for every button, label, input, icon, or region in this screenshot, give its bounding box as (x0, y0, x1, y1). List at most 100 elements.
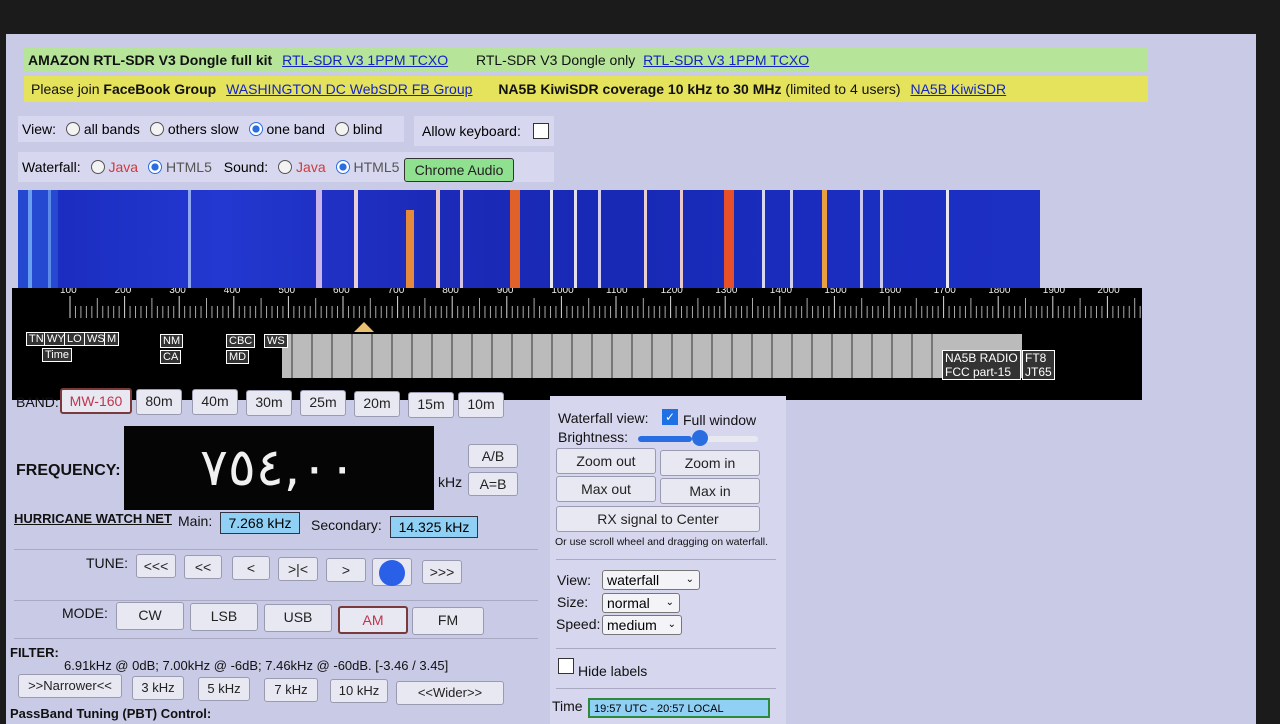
view-others-slow-radio[interactable] (149, 122, 164, 136)
waterfall-hint: Or use scroll wheel and dragging on wate… (555, 536, 769, 548)
main-freq-button[interactable]: 7.268 kHz (220, 512, 300, 534)
scale-tick-label: 800 (440, 288, 461, 296)
waterfall-html5-radio[interactable] (147, 160, 162, 174)
band-button-15m[interactable]: 15m (408, 391, 454, 418)
mode-label: MODE: (62, 605, 108, 621)
hurricane-watch-net-link[interactable]: HURRICANE WATCH NET (14, 511, 172, 526)
station-label-ft8[interactable]: FT8 JT65 (1022, 350, 1055, 380)
mode-button-lsb[interactable]: LSB (190, 603, 258, 632)
zoom-in-button[interactable]: Zoom in (660, 450, 760, 476)
band-button-20m[interactable]: 20m (354, 391, 400, 417)
scale-tick-label: 600 (331, 288, 352, 296)
filter-10khz-button[interactable]: 10 kHz (330, 679, 388, 703)
filter-narrower-button[interactable]: >>Narrower<< (18, 674, 122, 698)
tune-center-button[interactable]: >|< (278, 557, 318, 581)
station-label-cbc[interactable]: CBC (226, 334, 256, 348)
full-window-label: Full window (683, 412, 757, 428)
divider (14, 600, 538, 601)
size-label: Size: (557, 594, 589, 610)
band-button-mw-160[interactable]: MW-160 (60, 388, 132, 414)
band-button-25m[interactable]: 25m (300, 390, 346, 417)
view-one-band-label: one band (266, 121, 325, 137)
mode-button-usb[interactable]: USB (264, 604, 332, 633)
station-label-time[interactable]: Time (42, 348, 73, 362)
speed-select[interactable]: medium ⌄ (602, 615, 682, 635)
waterfall-java-radio[interactable] (90, 160, 105, 174)
chevron-down-icon: ⌄ (665, 597, 674, 608)
station-label-md[interactable]: MD (226, 350, 250, 364)
speed-value: medium (607, 617, 657, 633)
time-display: 19:57 UTC - 20:57 LOCAL (588, 698, 770, 718)
tune-down-button[interactable]: << (184, 555, 222, 579)
ab-button[interactable]: A/B (468, 444, 518, 468)
tune-fast-up-button[interactable]: >>> (422, 560, 462, 584)
chevron-down-icon: ⌄ (667, 619, 676, 630)
scale-tick-label: 1800 (986, 288, 1013, 296)
scale-tick-label: 400 (221, 288, 243, 296)
filter-7khz-button[interactable]: 7 kHz (264, 678, 318, 702)
display-view-label: View: (557, 572, 591, 588)
tune-knob[interactable] (372, 558, 412, 586)
mode-button-cw[interactable]: CW (116, 602, 184, 630)
max-in-button[interactable]: Max in (660, 478, 760, 504)
tune-step-up-button[interactable]: > (326, 558, 366, 582)
sound-label: Sound: (223, 159, 269, 175)
filter-5khz-button[interactable]: 5 kHz (198, 677, 250, 701)
station-label-nm[interactable]: NM (160, 334, 184, 348)
rx-signal-center-button[interactable]: RX signal to Center (556, 506, 760, 532)
jt65-text: JT65 (1025, 365, 1052, 379)
view-all-bands-label: all bands (83, 121, 140, 137)
fb-group-link[interactable]: WASHINGTON DC WebSDR FB Group (226, 81, 472, 97)
band-button-80m[interactable]: 80m (136, 388, 182, 415)
allow-keyboard-checkbox[interactable] (532, 123, 549, 139)
tune-knob-icon (379, 560, 405, 586)
scale-tick-label: 1600 (877, 288, 904, 296)
hide-labels-label: Hide labels (578, 663, 648, 679)
view-blind-radio[interactable] (334, 122, 349, 136)
tune-step-down-button[interactable]: < (232, 556, 270, 580)
view-one-band-radio[interactable] (248, 122, 263, 136)
chrome-audio-button[interactable]: Chrome Audio (404, 158, 514, 182)
a-equals-b-button[interactable]: A=B (468, 472, 518, 496)
time-label: Time (552, 698, 583, 714)
brightness-slider-thumb[interactable] (692, 430, 708, 446)
kiwi-note: (limited to 4 users) (785, 81, 901, 97)
filter-wider-button[interactable]: <<Wider>> (396, 681, 504, 705)
scale-tick-label: 1500 (822, 288, 849, 296)
tune-fast-down-button[interactable]: <<< (136, 554, 176, 578)
hide-labels-checkbox[interactable] (558, 658, 574, 674)
full-window-checkbox[interactable]: ✓ (662, 409, 678, 425)
frequency-display[interactable]: ٧٥٤,٠٠ (124, 426, 434, 510)
station-label-na5b-radio[interactable]: NA5B RADIO FCC part-15 (942, 350, 1021, 380)
size-select[interactable]: normal ⌄ (602, 593, 680, 613)
view-all-bands-radio[interactable] (65, 122, 80, 136)
frequency-scale[interactable]: TN WY LO WS M Time NM CA CBC MD WS NA5B … (12, 288, 1142, 400)
mode-button-fm[interactable]: FM (412, 606, 484, 635)
station-label-lo[interactable]: LO (64, 332, 85, 346)
sound-java-radio[interactable] (278, 160, 293, 174)
waterfall-canvas[interactable] (18, 190, 1040, 304)
zoom-out-button[interactable]: Zoom out (556, 448, 656, 474)
filter-3khz-button[interactable]: 3 kHz (132, 676, 184, 700)
kiwi-link[interactable]: NA5B KiwiSDR (910, 81, 1006, 97)
station-label-ca[interactable]: CA (160, 350, 182, 364)
station-label-ws2[interactable]: WS (264, 334, 288, 348)
amazon-kit-link[interactable]: RTL-SDR V3 1PPM TCXO (282, 52, 448, 68)
band-button-10m[interactable]: 10m (458, 392, 504, 419)
browser-page: AMAZON RTL-SDR V3 Dongle full kit RTL-SD… (6, 34, 1256, 724)
sound-html5-radio[interactable] (335, 160, 350, 174)
brightness-label: Brightness: (558, 429, 629, 445)
band-button-40m[interactable]: 40m (192, 389, 238, 416)
waterfall-view-label: Waterfall view: (558, 410, 649, 426)
band-button-30m[interactable]: 30m (246, 389, 292, 416)
station-label-m[interactable]: M (104, 332, 120, 346)
mode-button-am[interactable]: AM (338, 605, 408, 634)
na5b-radio-text: NA5B RADIO (945, 351, 1018, 365)
view-label: View: (22, 121, 56, 137)
dongle-only-link[interactable]: RTL-SDR V3 1PPM TCXO (643, 52, 809, 68)
scale-tick-label: 300 (167, 288, 188, 296)
display-view-select[interactable]: waterfall ⌄ (602, 570, 700, 590)
scale-tick-label: 1400 (767, 288, 795, 296)
secondary-freq-button[interactable]: 14.325 kHz (390, 516, 478, 538)
max-out-button[interactable]: Max out (556, 476, 656, 502)
